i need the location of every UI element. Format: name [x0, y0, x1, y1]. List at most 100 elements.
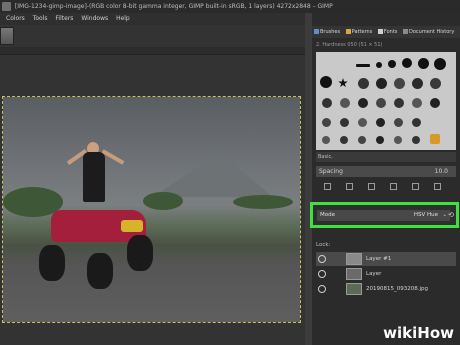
brush-swatch[interactable]: [322, 98, 332, 108]
brush-swatch[interactable]: [322, 136, 330, 144]
app-icon: [2, 2, 11, 11]
layer-thumbnail: [346, 253, 362, 265]
tab-label: Fonts: [383, 29, 398, 35]
brush-swatch[interactable]: [376, 78, 387, 89]
lock-label: Lock:: [316, 242, 331, 248]
brush-swatch[interactable]: [412, 78, 423, 89]
edit-brush-icon[interactable]: [324, 183, 331, 190]
brush-actions: [316, 182, 456, 192]
brush-swatch[interactable]: [394, 118, 403, 127]
chevron-down-icon: ⌄: [442, 212, 447, 218]
menu-filters[interactable]: Filters: [55, 15, 73, 22]
brush-swatch[interactable]: [376, 62, 382, 68]
layer-row[interactable]: Layer: [316, 267, 456, 281]
layer-row[interactable]: 20190815_093208.jpg: [316, 282, 456, 296]
menu-tools[interactable]: Tools: [33, 15, 48, 22]
brush-swatch[interactable]: [340, 98, 350, 108]
tree: [143, 192, 183, 210]
layer-thumbnail: [346, 268, 362, 280]
mountain-shape: [153, 157, 273, 197]
brush-swatch[interactable]: [376, 98, 386, 108]
brush-swatch[interactable]: [394, 78, 405, 89]
brush-swatch[interactable]: [376, 136, 384, 144]
menu-colors[interactable]: Colors: [6, 15, 25, 22]
eye-icon[interactable]: [318, 255, 326, 263]
brush-swatch[interactable]: [430, 134, 440, 144]
image-tab-thumbnail[interactable]: [0, 27, 14, 45]
brush-swatch[interactable]: [394, 98, 404, 108]
brush-swatch[interactable]: [376, 118, 385, 127]
brush-swatch[interactable]: [412, 118, 421, 127]
brush-swatch[interactable]: [358, 78, 369, 89]
brush-swatch[interactable]: [430, 98, 440, 108]
panel-tabs: Brushes Patterns Fonts Document History: [312, 26, 460, 38]
image-canvas[interactable]: [2, 96, 301, 323]
delete-brush-icon[interactable]: [390, 183, 397, 190]
menu-help[interactable]: Help: [116, 15, 130, 22]
atv-wheel: [87, 253, 113, 289]
refresh-brushes-icon[interactable]: [412, 183, 419, 190]
wikihow-watermark: wikiHow: [383, 324, 454, 342]
mode-value: HSV Hue: [413, 212, 438, 218]
brush-swatch[interactable]: [358, 98, 368, 108]
eye-icon[interactable]: [318, 285, 326, 293]
brush-swatch[interactable]: [338, 78, 348, 88]
new-brush-icon[interactable]: [346, 183, 353, 190]
spacing-label: Spacing: [319, 168, 343, 175]
duplicate-brush-icon[interactable]: [368, 183, 375, 190]
menubar: Colors Tools Filters Windows Help: [0, 13, 305, 25]
tool-options-bar: [0, 25, 305, 47]
layer-name[interactable]: Layer: [366, 267, 381, 281]
tab-label: Patterns: [351, 29, 373, 35]
brush-swatch[interactable]: [412, 98, 422, 108]
brush-name: 2. Hardness 050 (51 × 51): [316, 42, 383, 48]
atv-wheel: [39, 245, 65, 281]
brush-swatch[interactable]: [358, 118, 367, 127]
brush-swatch[interactable]: [340, 118, 349, 127]
brush-swatch[interactable]: [322, 118, 331, 127]
fonts-icon: [377, 29, 383, 34]
mode-dropdown[interactable]: Mode HSV Hue ⌄: [317, 210, 450, 221]
brush-swatch[interactable]: [412, 136, 420, 144]
eye-icon[interactable]: [318, 270, 326, 278]
brush-swatch[interactable]: [418, 58, 429, 69]
horizontal-ruler: [0, 47, 305, 55]
brush-swatch[interactable]: [430, 78, 441, 89]
brush-swatch[interactable]: [340, 136, 348, 144]
window-titlebar: [IMG-1234-gimp-image]-(RGB color 8-bit g…: [0, 0, 460, 13]
layer-name[interactable]: 20190815_093208.jpg: [366, 282, 428, 296]
tab-brushes[interactable]: Brushes: [312, 26, 342, 38]
brush-preset-filter[interactable]: Basic,: [316, 152, 456, 162]
atv-fender: [121, 220, 143, 232]
reset-icon[interactable]: ⟲: [448, 211, 454, 219]
patterns-icon: [345, 29, 351, 34]
brush-swatch[interactable]: [356, 64, 370, 67]
brush-swatch[interactable]: [394, 136, 402, 144]
mode-label: Mode: [320, 212, 335, 218]
tab-document-history[interactable]: Document History: [401, 26, 456, 38]
spacing-value: 10.0: [434, 168, 448, 175]
spacing-slider[interactable]: Spacing 10.0: [316, 166, 456, 177]
brush-swatch[interactable]: [320, 76, 332, 88]
open-as-image-icon[interactable]: [434, 183, 441, 190]
tab-patterns[interactable]: Patterns: [344, 26, 375, 38]
mode-highlight: Mode HSV Hue ⌄ ⟲: [310, 202, 459, 228]
brush-grid[interactable]: [316, 52, 456, 150]
tree: [233, 195, 293, 209]
brush-swatch[interactable]: [388, 60, 396, 68]
document-history-icon: [403, 29, 408, 34]
tab-fonts[interactable]: Fonts: [376, 26, 400, 38]
brush-swatch[interactable]: [358, 136, 366, 144]
brushes-icon: [314, 29, 319, 34]
brush-swatch[interactable]: [402, 58, 412, 68]
rider-body: [83, 152, 105, 202]
watermark-how: How: [417, 324, 454, 342]
window-title: [IMG-1234-gimp-image]-(RGB color 8-bit g…: [14, 3, 333, 10]
tab-label: Document History: [409, 29, 455, 35]
layer-name[interactable]: Layer #1: [366, 252, 391, 266]
layer-row[interactable]: Layer #1: [316, 252, 456, 266]
atv-wheel: [127, 235, 153, 271]
watermark-wiki: wiki: [383, 324, 418, 342]
menu-windows[interactable]: Windows: [81, 15, 108, 22]
brush-swatch[interactable]: [434, 58, 446, 70]
